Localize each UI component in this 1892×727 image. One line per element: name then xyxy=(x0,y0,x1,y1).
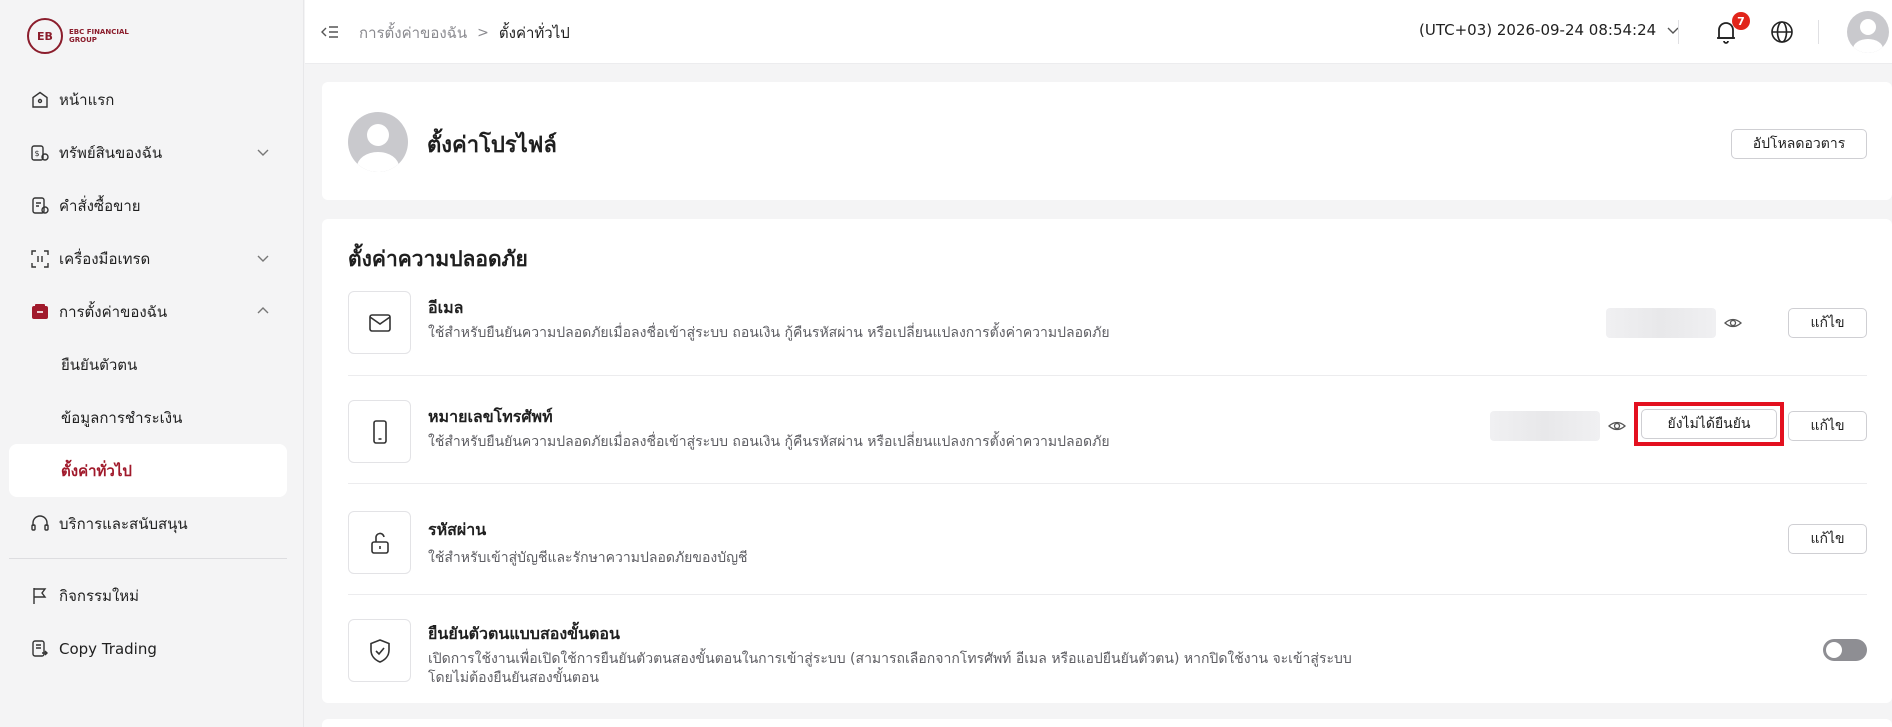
breadcrumb-separator: > xyxy=(477,25,489,41)
headset-icon xyxy=(30,514,50,534)
user-avatar[interactable] xyxy=(1847,11,1889,53)
sidebar-item-label: ทรัพย์สินของฉัน xyxy=(59,143,163,162)
chevron-up-icon[interactable] xyxy=(256,304,270,318)
timezone-selector[interactable]: (UTC+03) 2026-09-24 08:54:24 xyxy=(1419,21,1680,39)
assets-icon: $ xyxy=(30,143,50,163)
password-title: รหัสผ่าน xyxy=(428,520,487,539)
brand-mark: EB xyxy=(27,18,63,54)
shield-check-icon xyxy=(369,638,390,663)
email-desc: ใช้สำหรับยืนยันความปลอดภัยเมื่อลงชื่อเข้… xyxy=(428,325,1110,341)
two-factor-desc-line1: เปิดการใช้งานเพื่อเปิดใช้การยืนยันตัวตนส… xyxy=(428,651,1352,667)
settings-box-icon xyxy=(30,302,50,322)
brand-text: EBC FINANCIAL GROUP xyxy=(69,28,129,44)
sidebar-divider xyxy=(9,558,287,559)
row-divider xyxy=(348,594,1867,595)
two-factor-toggle[interactable] xyxy=(1823,639,1867,661)
brand-logo[interactable]: EB EBC FINANCIAL GROUP xyxy=(27,18,129,54)
toggle-knob xyxy=(1826,642,1842,658)
home-icon xyxy=(30,90,50,110)
unlock-icon xyxy=(370,532,389,554)
phone-title: หมายเลขโทรศัพท์ xyxy=(428,407,553,426)
edit-phone-button[interactable]: แก้ไข xyxy=(1788,411,1867,441)
password-icon-box xyxy=(348,511,411,574)
topbar-divider xyxy=(1818,20,1819,44)
edit-email-button[interactable]: แก้ไข xyxy=(1788,308,1867,338)
sidebar-item-label: บริการและสนับสนุน xyxy=(59,514,188,533)
sidebar-item-home[interactable]: หน้าแรก xyxy=(9,73,287,126)
phone-desc: ใช้สำหรับยืนยันความปลอดภัยเมื่อลงชื่อเข้… xyxy=(428,434,1110,450)
email-row: อีเมล ใช้สำหรับยืนยันความปลอดภัยเมื่อลงช… xyxy=(348,291,1867,381)
sidebar-item-label: เครื่องมือเทรด xyxy=(59,249,151,268)
sidebar-item-tools[interactable]: เครื่องมือเทรด xyxy=(9,232,287,285)
sidebar-subitem-payment-info[interactable]: ข้อมูลการชำระเงิน xyxy=(9,391,287,444)
copy-trading-icon xyxy=(30,639,50,659)
password-desc: ใช้สำหรับเข้าสู่บัญชีและรักษาความปลอดภัย… xyxy=(428,550,748,566)
two-factor-desc-line2: โดยไม่ต้องยืนยันสองขั้นตอน xyxy=(428,670,599,686)
masked-phone-value xyxy=(1490,411,1600,441)
eye-icon[interactable] xyxy=(1724,314,1742,332)
two-factor-icon-box xyxy=(348,619,411,682)
sidebar-item-label: การตั้งค่าของฉัน xyxy=(59,302,168,321)
sidebar-subitem-verification[interactable]: ยืนยันตัวตน xyxy=(9,338,287,391)
tools-icon xyxy=(30,249,50,269)
next-card xyxy=(322,719,1892,727)
masked-email-value xyxy=(1606,308,1716,338)
sidebar-item-assets[interactable]: $ ทรัพย์สินของฉัน xyxy=(9,126,287,179)
timezone-text: (UTC+03) 2026-09-24 08:54:24 xyxy=(1419,21,1657,39)
sidebar-subitem-label: ยืนยันตัวตน xyxy=(61,355,138,374)
two-factor-desc: เปิดการใช้งานเพื่อเปิดใช้การยืนยันตัวตนส… xyxy=(428,650,1352,688)
orders-icon xyxy=(30,196,50,216)
edit-password-button[interactable]: แก้ไข xyxy=(1788,524,1867,554)
sidebar-item-label: กิจกรรมใหม่ xyxy=(59,586,140,605)
profile-title: ตั้งค่าโปรไฟล์ xyxy=(427,133,557,158)
highlight-box: ยังไม่ได้ยืนยัน xyxy=(1634,402,1784,446)
phone-icon xyxy=(372,419,387,444)
phone-row: หมายเลขโทรศัพท์ ใช้สำหรับยืนยันความปลอดภ… xyxy=(348,400,1867,490)
phone-icon-box xyxy=(348,400,411,463)
mail-icon xyxy=(368,313,391,332)
sidebar-subitem-label: ข้อมูลการชำระเงิน xyxy=(61,408,183,427)
row-divider xyxy=(348,375,1867,376)
sidebar-item-label: คำสั่งซื้อขาย xyxy=(59,196,141,215)
globe-icon[interactable] xyxy=(1769,19,1795,45)
topbar-divider xyxy=(1678,20,1679,44)
sidebar-subitem-label: ตั้งค่าทั่วไป xyxy=(61,461,132,480)
sidebar-item-label: หน้าแรก xyxy=(59,90,115,109)
sidebar-subitem-general-settings[interactable]: ตั้งค่าทั่วไป xyxy=(9,444,287,497)
eye-icon[interactable] xyxy=(1608,417,1626,435)
sidebar-item-my-settings[interactable]: การตั้งค่าของฉัน xyxy=(9,285,287,338)
sidebar-item-new-activities[interactable]: กิจกรรมใหม่ xyxy=(9,569,287,622)
upload-avatar-button[interactable]: อัปโหลดอวตาร xyxy=(1731,129,1867,159)
top-bar: การตั้งค่าของฉัน > ตั้งค่าทั่วไป (UTC+03… xyxy=(305,0,1892,64)
sidebar-item-label: Copy Trading xyxy=(59,639,157,658)
profile-avatar xyxy=(348,112,408,172)
row-divider xyxy=(348,483,1867,484)
sidebar-item-orders[interactable]: คำสั่งซื้อขาย xyxy=(9,179,287,232)
svg-text:$: $ xyxy=(35,149,40,158)
password-row: รหัสผ่าน ใช้สำหรับเข้าสู่บัญชีและรักษาคว… xyxy=(348,511,1867,601)
collapse-sidebar-icon[interactable] xyxy=(320,22,340,42)
unverified-button[interactable]: ยังไม่ได้ยืนยัน xyxy=(1641,409,1777,439)
sidebar-item-copy-trading[interactable]: Copy Trading xyxy=(9,622,287,675)
chevron-down-icon[interactable] xyxy=(256,145,270,159)
email-icon-box xyxy=(348,291,411,354)
two-factor-row: ยืนยันตัวตนแบบสองขั้นตอน เปิดการใช้งานเพ… xyxy=(348,619,1867,699)
sidebar: EB EBC FINANCIAL GROUP หน้าแรก $ ทรัพย์ส… xyxy=(0,0,304,727)
notification-badge: 7 xyxy=(1732,12,1750,30)
chevron-down-icon[interactable] xyxy=(256,251,270,265)
security-title: ตั้งค่าความปลอดภัย xyxy=(348,247,528,271)
two-factor-title: ยืนยันตัวตนแบบสองขั้นตอน xyxy=(428,624,620,643)
breadcrumb-parent[interactable]: การตั้งค่าของฉัน xyxy=(359,21,467,45)
breadcrumb-current: ตั้งค่าทั่วไป xyxy=(498,24,570,42)
security-card: ตั้งค่าความปลอดภัย อีเมล ใช้สำหรับยืนยัน… xyxy=(322,219,1892,703)
breadcrumb: การตั้งค่าของฉัน > ตั้งค่าทั่วไป xyxy=(359,21,570,45)
sidebar-nav: หน้าแรก $ ทรัพย์สินของฉัน คำสั่งซื้อขาย … xyxy=(9,73,287,675)
sidebar-item-support[interactable]: บริการและสนับสนุน xyxy=(9,497,287,550)
flag-icon xyxy=(30,586,50,606)
profile-card: ตั้งค่าโปรไฟล์ อัปโหลดอวตาร xyxy=(322,82,1892,200)
email-title: อีเมล xyxy=(428,298,464,317)
